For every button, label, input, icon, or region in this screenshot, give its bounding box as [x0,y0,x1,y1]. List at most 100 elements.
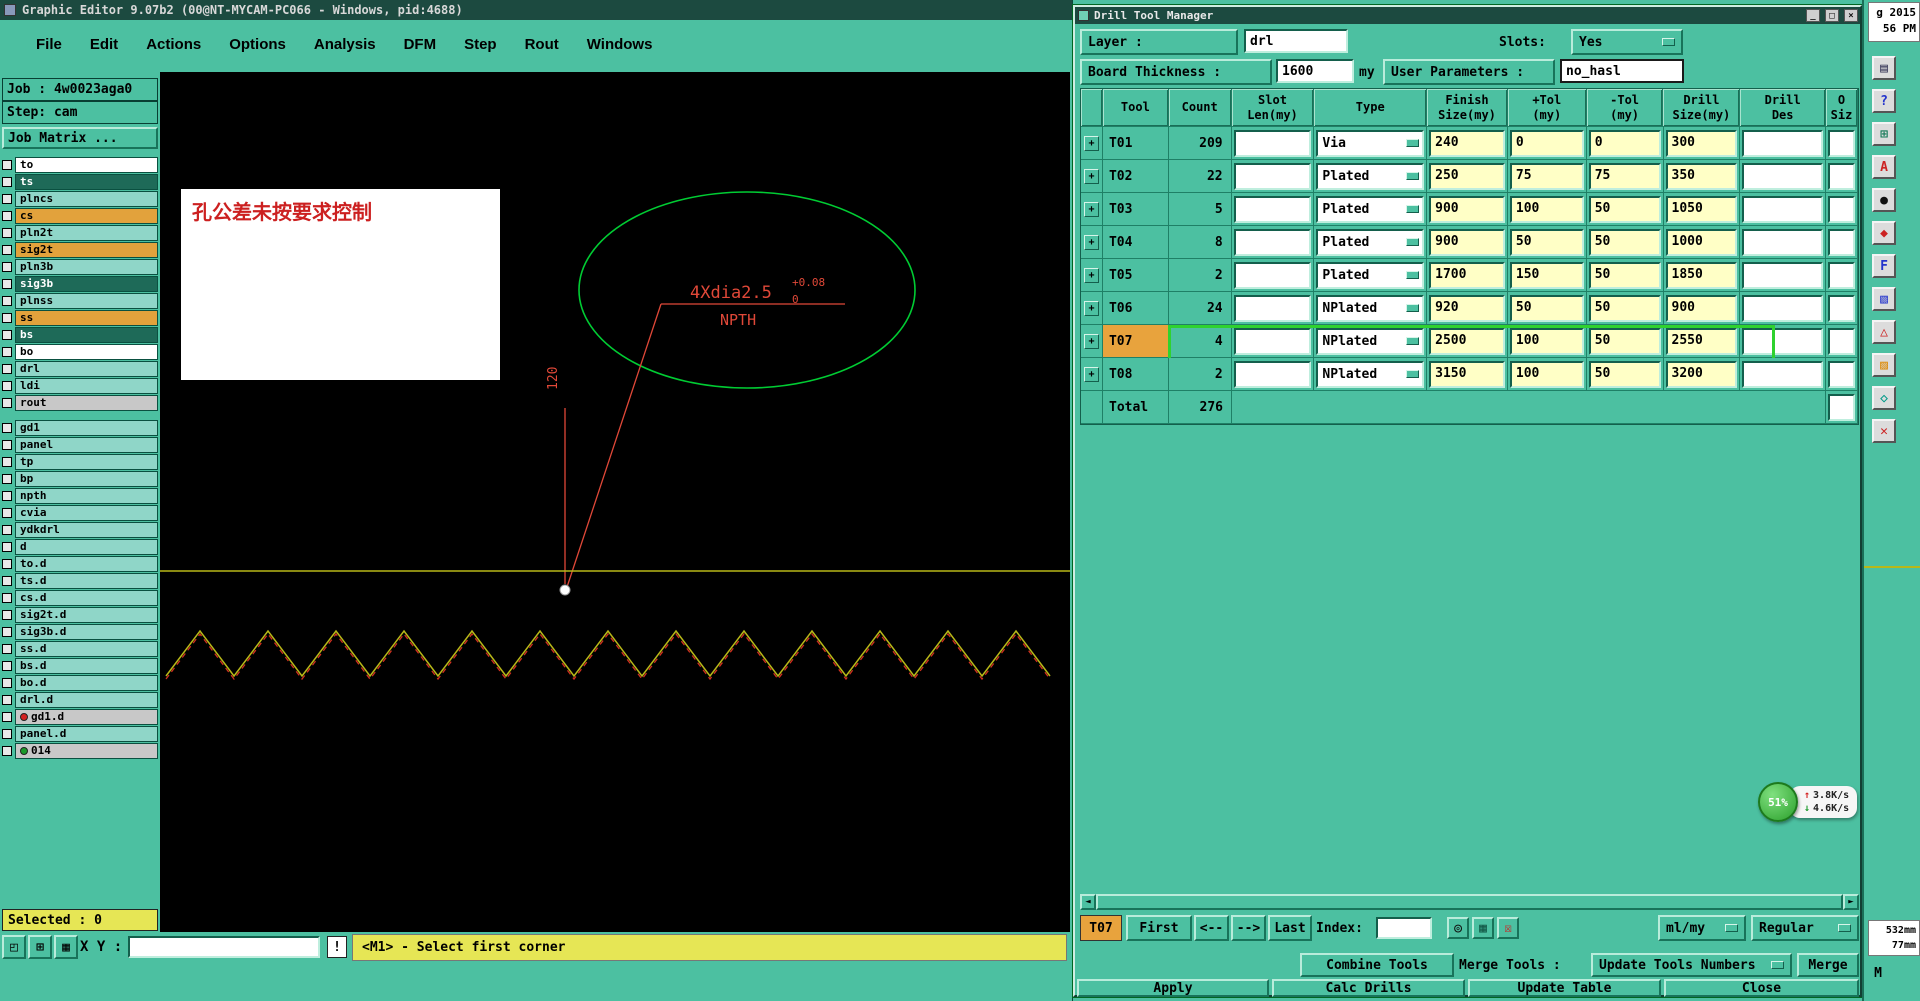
tool-id[interactable]: T05 [1102,259,1169,292]
slot-len-input[interactable] [1233,195,1312,223]
minus-tol-input[interactable]: 50 [1588,261,1661,289]
toolbar-icon[interactable]: ✕ [1872,419,1896,443]
add-tool-button[interactable]: + [1083,333,1099,349]
toolbar-icon[interactable]: ◆ [1872,221,1896,245]
drill-size-input[interactable]: 1000 [1665,228,1738,256]
layer-checkbox[interactable] [2,262,12,272]
drill-size-input[interactable]: 1850 [1665,261,1738,289]
units-dropdown[interactable]: ml/my [1658,915,1746,941]
layer-row[interactable]: panel [2,437,158,453]
o-size-input[interactable] [1828,162,1855,190]
last-button[interactable]: Last [1268,915,1312,941]
tool-icon[interactable]: ▦ [1472,917,1494,939]
slot-len-input[interactable] [1233,129,1312,157]
toolbar-icon[interactable]: ● [1872,188,1896,212]
scroll-right-icon[interactable]: ► [1843,894,1859,910]
layer-checkbox[interactable] [2,160,12,170]
maximize-button[interactable]: □ [1825,9,1839,22]
layer-row[interactable]: sig3b.d [2,624,158,640]
layer-name[interactable]: gd1.d [15,709,158,725]
layer-checkbox[interactable] [2,313,12,323]
layer-checkbox[interactable] [2,542,12,552]
drill-size-input[interactable]: 2550 [1665,327,1738,355]
menu-item[interactable]: Edit [76,32,132,57]
layer-checkbox[interactable] [2,610,12,620]
drill-des-input[interactable] [1742,360,1824,388]
tool-icon[interactable]: ◎ [1447,917,1469,939]
slot-len-input[interactable] [1233,162,1312,190]
layer-name[interactable]: cvia [15,505,158,521]
layer-checkbox[interactable] [2,627,12,637]
apply-button[interactable]: Apply [1077,979,1269,997]
layer-checkbox[interactable] [2,381,12,391]
layer-checkbox[interactable] [2,644,12,654]
layer-row[interactable]: ts.d [2,573,158,589]
minus-tol-input[interactable]: 50 [1588,327,1661,355]
o-size-input[interactable] [1828,294,1855,322]
plus-tol-input[interactable]: 50 [1509,228,1584,256]
layer-name[interactable]: ts [15,174,158,190]
prev-button[interactable]: <-- [1194,915,1229,941]
layer-checkbox[interactable] [2,712,12,722]
layer-row[interactable]: bo [2,344,158,360]
layer-name[interactable]: plncs [15,191,158,207]
layer-row[interactable]: bs.d [2,658,158,674]
layer-name[interactable]: ydkdrl [15,522,158,538]
layer-name[interactable]: 014 [15,743,158,759]
finish-size-input[interactable]: 900 [1429,228,1505,256]
plus-tol-input[interactable]: 50 [1509,294,1584,322]
drill-size-input[interactable]: 350 [1665,162,1738,190]
plus-tol-input[interactable]: 150 [1509,261,1584,289]
finish-size-input[interactable]: 900 [1429,195,1505,223]
tool-id[interactable]: T02 [1102,160,1169,193]
mode-dropdown[interactable]: Regular [1751,915,1859,941]
layer-checkbox[interactable] [2,296,12,306]
layer-name[interactable]: sig3b [15,276,158,292]
type-dropdown[interactable]: Plated [1316,162,1425,190]
type-dropdown[interactable]: Via [1316,129,1425,157]
layer-row[interactable]: 014 [2,743,158,759]
layer-row[interactable]: bo.d [2,675,158,691]
layer-row[interactable]: pln3b [2,259,158,275]
layer-row[interactable]: gd1 [2,420,158,436]
type-dropdown[interactable]: NPlated [1316,327,1425,355]
layer-row[interactable]: drl.d [2,692,158,708]
type-dropdown[interactable]: Plated [1316,261,1425,289]
layer-row[interactable]: ydkdrl [2,522,158,538]
layer-name[interactable]: ss.d [15,641,158,657]
minus-tol-input[interactable]: 50 [1588,228,1661,256]
layer-checkbox[interactable] [2,729,12,739]
drill-size-input[interactable]: 900 [1665,294,1738,322]
layer-row[interactable]: gd1.d [2,709,158,725]
menu-item[interactable]: Analysis [300,32,390,57]
finish-size-input[interactable]: 240 [1429,129,1505,157]
drill-size-input[interactable]: 300 [1665,129,1738,157]
layer-row[interactable]: bs [2,327,158,343]
layer-checkbox[interactable] [2,559,12,569]
drill-des-input[interactable] [1742,327,1824,355]
next-button[interactable]: --> [1231,915,1266,941]
layer-row[interactable]: ss [2,310,158,326]
layer-checkbox[interactable] [2,746,12,756]
layer-row[interactable]: npth [2,488,158,504]
layer-row[interactable]: panel.d [2,726,158,742]
layer-checkbox[interactable] [2,661,12,671]
layer-name[interactable]: sig2t [15,242,158,258]
layer-name[interactable]: bo.d [15,675,158,691]
layer-name[interactable]: bs [15,327,158,343]
drill-des-input[interactable] [1742,162,1824,190]
layer-checkbox[interactable] [2,177,12,187]
layer-checkbox[interactable] [2,508,12,518]
toolbar-icon[interactable]: ▤ [1872,56,1896,80]
drill-des-input[interactable] [1742,294,1824,322]
layer-row[interactable]: ldi [2,378,158,394]
o-size-input[interactable] [1828,261,1855,289]
o-size-input[interactable] [1828,195,1855,223]
toolbar-icon[interactable]: ▧ [1872,287,1896,311]
layer-checkbox[interactable] [2,364,12,374]
layer-checkbox[interactable] [2,491,12,501]
add-tool-button[interactable]: + [1083,201,1099,217]
plus-tol-input[interactable]: 0 [1509,129,1584,157]
layer-row[interactable]: tp [2,454,158,470]
layer-row[interactable]: sig3b [2,276,158,292]
